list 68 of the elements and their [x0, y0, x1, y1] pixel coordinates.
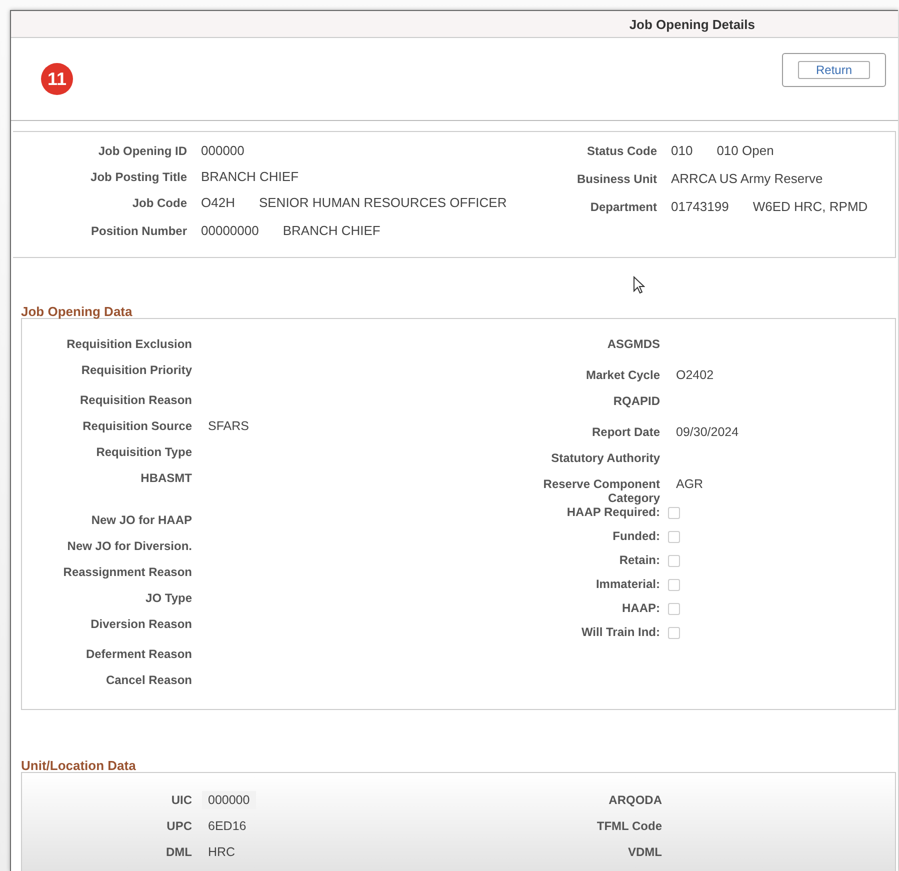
field-label: Deferment Reason — [84, 647, 192, 661]
field-value: ARRCA US Army Reserve — [671, 171, 823, 186]
field-value: 00000000 — [201, 223, 259, 238]
field-value: SFARS — [208, 419, 249, 433]
field-label: Retain: — [618, 553, 660, 567]
field-value: O42H — [201, 195, 235, 210]
checkbox[interactable] — [668, 579, 680, 591]
field-label: Reserve Component Category — [542, 477, 660, 505]
section-title: Unit/Location Data — [20, 758, 137, 772]
mouse-pointer-icon — [633, 276, 645, 294]
field-value: BRANCH CHIEF — [201, 169, 299, 184]
field-label: HBASMT — [140, 471, 192, 485]
field-label: Statutory Authority — [550, 451, 660, 465]
field-value: 01743199 — [671, 199, 729, 214]
window-title: Job Opening Details — [629, 16, 755, 32]
field-label: UPC — [166, 819, 192, 833]
field-label: Requisition Source — [82, 419, 192, 433]
field-value: 010 Open — [716, 143, 774, 158]
field-label: HAAP: — [621, 601, 660, 615]
field-label: DML — [165, 845, 192, 859]
field-label: TFML Code — [596, 819, 662, 833]
field-label: Job Posting Title — [90, 170, 187, 184]
field-label: Requisition Priority — [80, 363, 192, 377]
field-label: Cancel Reason — [104, 673, 192, 687]
field-label: Status Code — [586, 144, 657, 158]
field-label: Requisition Exclusion — [66, 337, 192, 351]
field-label: New JO for Diversion. — [66, 539, 192, 553]
field-label: Diversion Reason — [90, 617, 192, 631]
field-value: 09/30/2024 — [676, 425, 739, 439]
field-label: HAAP Required: — [566, 505, 660, 519]
field-label: ASGMDS — [606, 337, 660, 351]
field-label: Requisition Type — [95, 445, 192, 459]
field-value: BRANCH CHIEF — [282, 223, 380, 238]
field-label: Funded: — [612, 529, 660, 543]
checkbox[interactable] — [668, 555, 680, 567]
field-label: VDML — [627, 845, 662, 859]
field-label: Requisition Reason — [78, 393, 192, 407]
step-number-badge: 11 — [41, 63, 73, 95]
input-field[interactable]: 000000 — [202, 791, 256, 809]
return-button[interactable]: Return — [798, 61, 870, 79]
field-value: O2402 — [676, 368, 714, 382]
field-label: Department — [589, 200, 657, 214]
field-label: Will Train Ind: — [580, 625, 660, 639]
field-value: W6ED HRC, RPMD — [752, 199, 868, 214]
checkbox[interactable] — [668, 507, 680, 519]
field-value: 6ED16 — [208, 819, 246, 833]
field-value: AGR — [676, 477, 704, 491]
field-label: Market Cycle — [584, 368, 660, 382]
checkbox[interactable] — [668, 531, 680, 543]
field-label: JO Type — [144, 591, 192, 605]
field-label: RQAPID — [612, 394, 660, 408]
field-label: New JO for HAAP — [90, 513, 192, 527]
section-title: Job Opening Data — [20, 304, 134, 318]
field-label: Job Code — [131, 196, 187, 210]
field-label: Reassignment Reason — [62, 565, 192, 579]
field-label: Position Number — [90, 224, 187, 238]
field-label: Job Opening ID — [97, 144, 187, 158]
checkbox[interactable] — [668, 627, 680, 639]
field-label: Business Unit — [576, 172, 657, 186]
field-value: SENIOR HUMAN RESOURCES OFFICER — [258, 195, 507, 210]
field-value: 010 — [671, 143, 693, 158]
field-value: HRC — [208, 845, 236, 859]
field-label: Immaterial: — [594, 577, 660, 591]
field-value: 000000 — [201, 143, 244, 158]
field-label: Report Date — [590, 425, 660, 439]
checkbox[interactable] — [668, 603, 680, 615]
field-label: UIC — [170, 793, 192, 807]
field-label: ARQODA — [608, 793, 662, 807]
